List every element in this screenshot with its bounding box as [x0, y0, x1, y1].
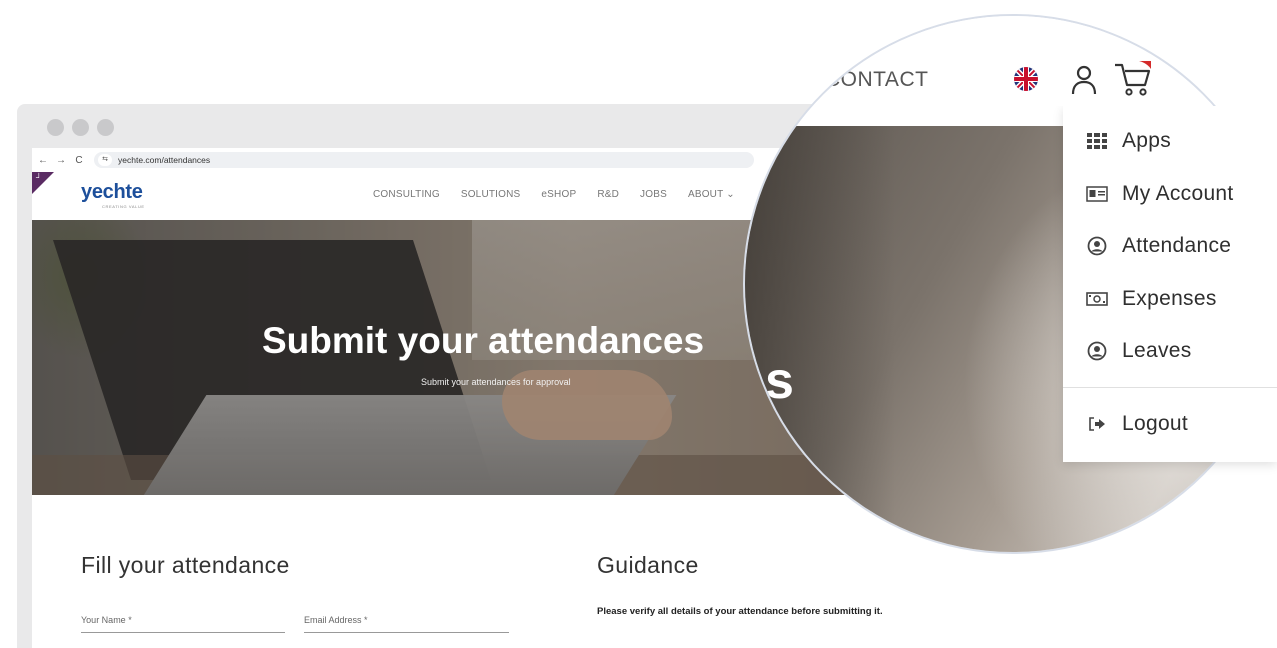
- account-dropdown-menu: Apps My Account Attendance Expenses Leav…: [1063, 106, 1277, 462]
- corner-ribbon-mark: ┘: [36, 173, 42, 182]
- email-field[interactable]: [304, 632, 509, 633]
- forward-arrow-icon[interactable]: →: [54, 155, 68, 166]
- menu-label-my-account: My Account: [1122, 182, 1234, 205]
- site-logo[interactable]: yechte: [81, 181, 143, 204]
- grid-icon: [1086, 130, 1108, 152]
- nav-item-rnd[interactable]: R&D: [597, 189, 619, 200]
- nav-item-eshop[interactable]: eSHOP: [541, 189, 576, 200]
- guidance-title: Guidance: [597, 552, 699, 578]
- hero-subtitle: Submit your attendances for approval: [421, 377, 571, 387]
- logo-tagline: CREATING VALUE: [102, 204, 145, 209]
- menu-divider: [1063, 387, 1277, 388]
- name-field-label: Your Name *: [81, 615, 132, 625]
- logout-icon: [1086, 413, 1108, 435]
- menu-item-expenses[interactable]: Expenses: [1063, 277, 1277, 321]
- money-icon: [1086, 288, 1108, 310]
- id-card-icon: [1086, 183, 1108, 205]
- close-window-dot[interactable]: [47, 119, 64, 136]
- menu-label-expenses: Expenses: [1122, 287, 1217, 310]
- menu-label-apps: Apps: [1122, 129, 1172, 152]
- cart-badge: [1139, 61, 1151, 69]
- main-nav: CONSULTING SOLUTIONS eSHOP R&D JOBS ABOU…: [373, 189, 735, 200]
- maximize-window-dot[interactable]: [97, 119, 114, 136]
- menu-label-leaves: Leaves: [1122, 339, 1192, 362]
- url-text[interactable]: yechte.com/attendances: [118, 155, 210, 165]
- zoom-photo-shadow: [745, 126, 895, 552]
- minimize-window-dot[interactable]: [72, 119, 89, 136]
- form-title: Fill your attendance: [81, 552, 290, 578]
- name-field[interactable]: [81, 632, 285, 633]
- window-controls: [47, 119, 114, 136]
- menu-item-logout[interactable]: Logout: [1063, 402, 1277, 446]
- url-field[interactable]: ⇆ yechte.com/attendances: [94, 152, 754, 168]
- cart-icon[interactable]: [1113, 61, 1151, 97]
- menu-label-logout: Logout: [1122, 412, 1189, 435]
- nav-item-consulting[interactable]: CONSULTING: [373, 189, 440, 200]
- user-account-icon[interactable]: [1070, 64, 1098, 96]
- user-circle-icon: [1086, 340, 1108, 362]
- menu-item-apps[interactable]: Apps: [1063, 119, 1277, 163]
- nav-item-contact[interactable]: CONTACT: [825, 68, 928, 92]
- nav-item-jobs[interactable]: JOBS: [640, 189, 667, 200]
- site-settings-icon[interactable]: ⇆: [98, 154, 112, 166]
- nav-item-about[interactable]: ABOUT ⌄: [688, 189, 735, 200]
- guidance-text: Please verify all details of your attend…: [597, 606, 883, 617]
- nav-item-solutions[interactable]: SOLUTIONS: [461, 189, 521, 200]
- reload-icon[interactable]: C: [72, 155, 86, 166]
- menu-item-my-account[interactable]: My Account: [1063, 172, 1277, 216]
- hero-title-fragment: s: [765, 352, 794, 410]
- user-circle-icon: [1086, 235, 1108, 257]
- email-field-label: Email Address *: [304, 615, 368, 625]
- uk-flag-icon[interactable]: [1013, 66, 1039, 92]
- menu-label-attendance: Attendance: [1122, 234, 1232, 257]
- menu-item-leaves[interactable]: Leaves: [1063, 329, 1277, 373]
- menu-item-attendance[interactable]: Attendance: [1063, 224, 1277, 268]
- back-arrow-icon[interactable]: ←: [36, 155, 50, 166]
